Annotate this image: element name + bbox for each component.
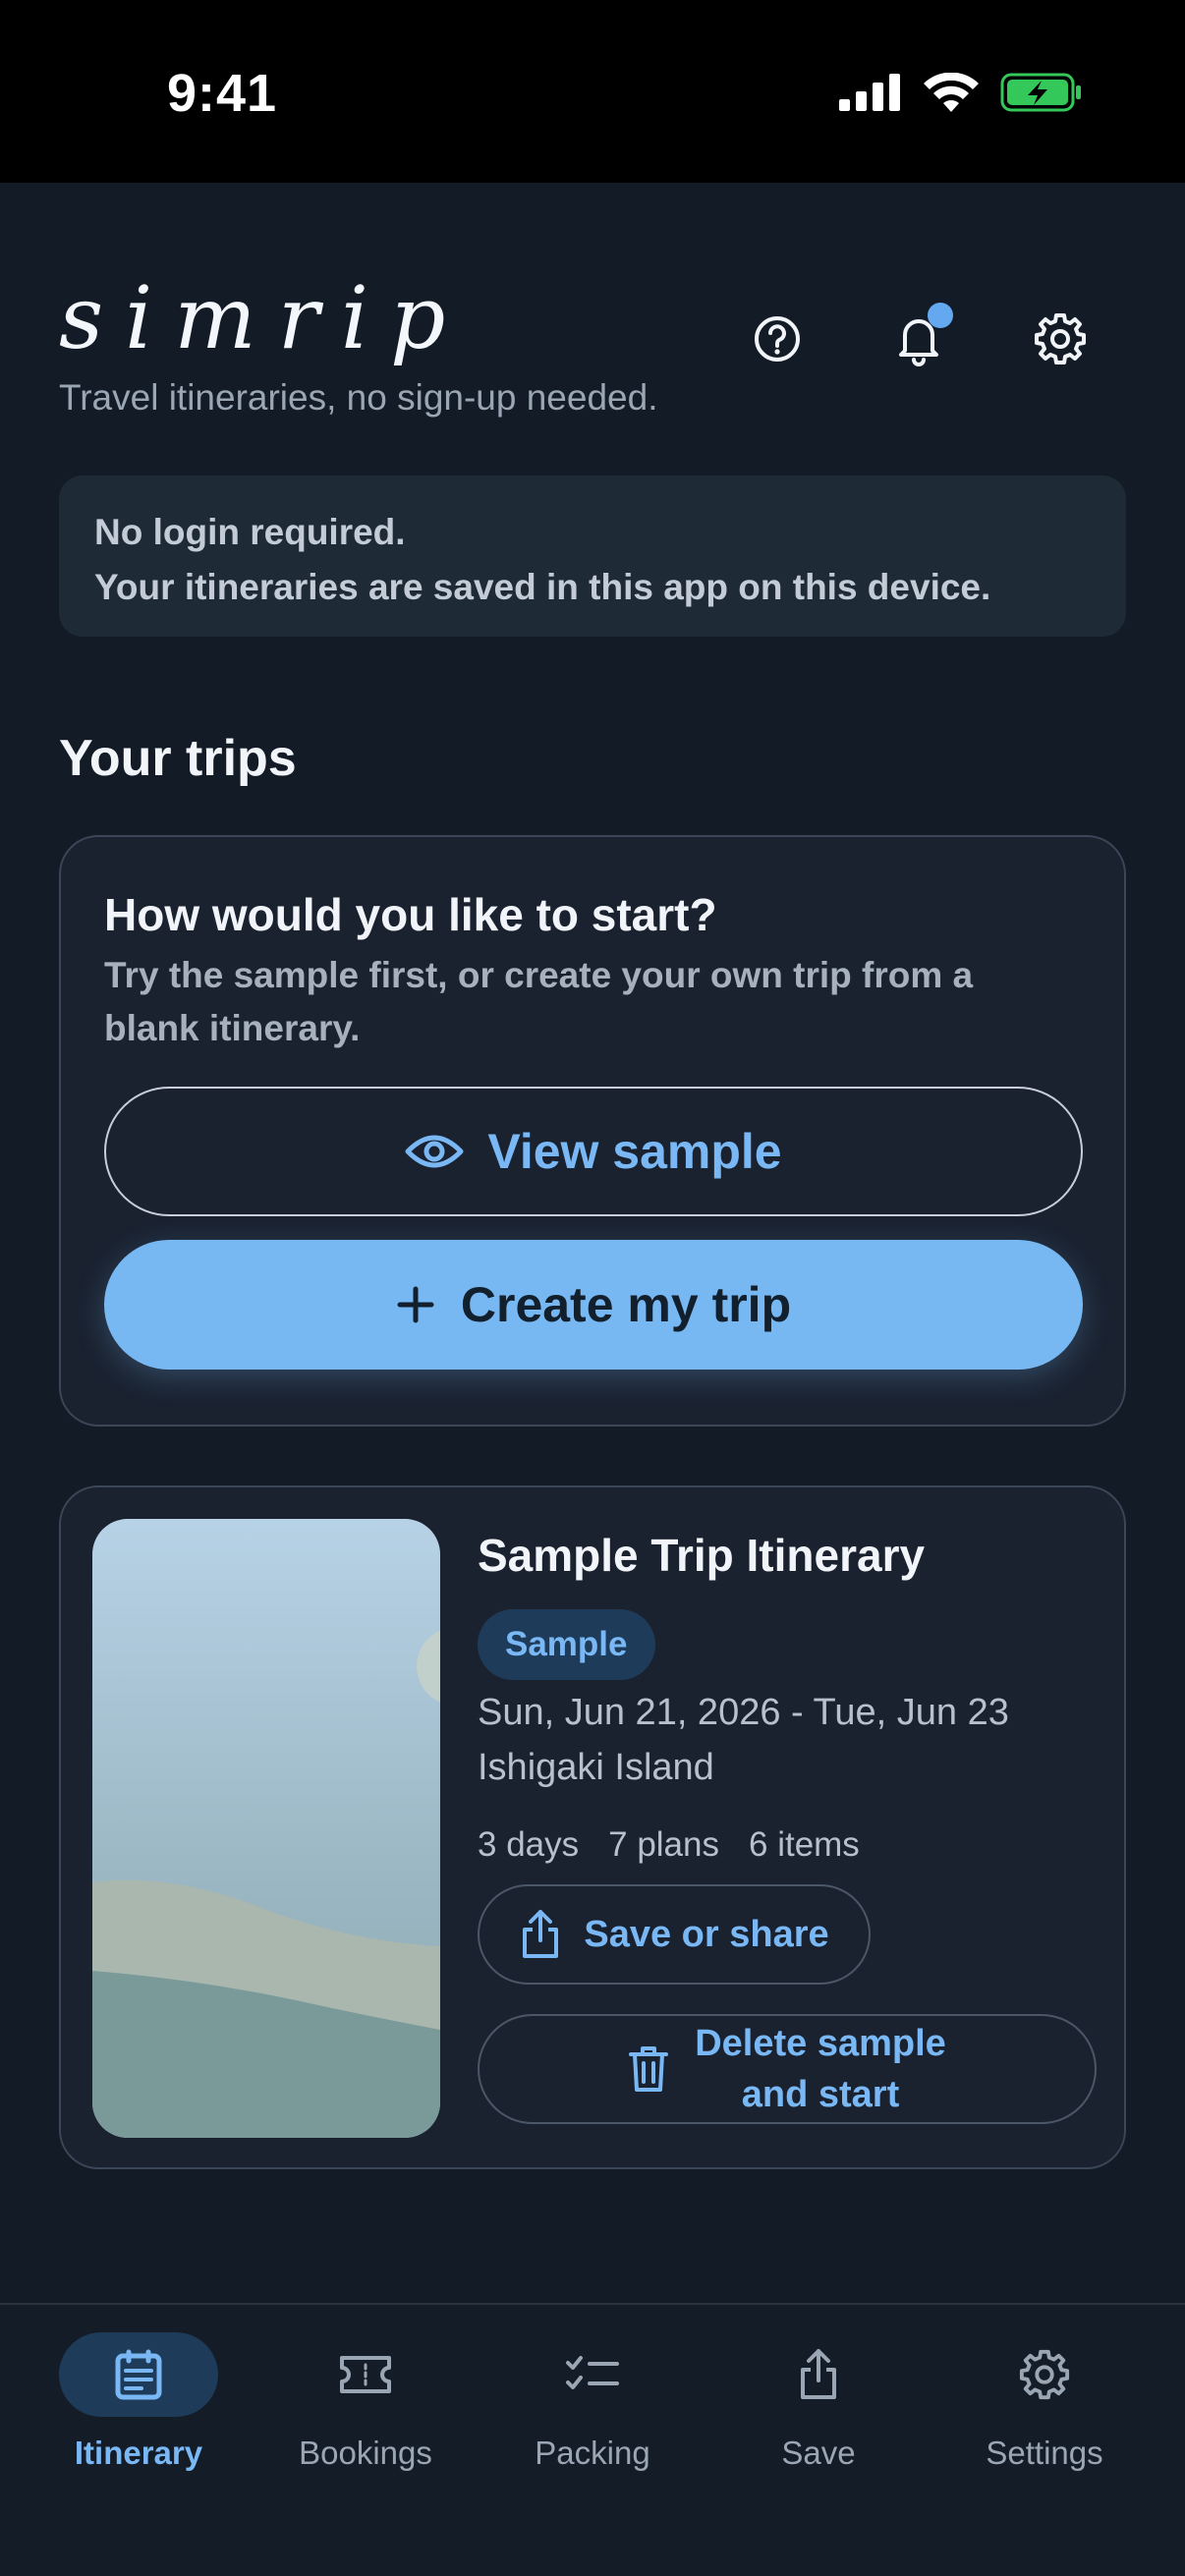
trip-destination: Ishigaki Island [478,1747,714,1788]
tab-save[interactable]: Save [705,2332,931,2472]
main-content: simrip Travel itineraries, no sign-up ne… [0,183,1185,2305]
wifi-icon [924,73,979,112]
help-icon [755,316,800,362]
tab-icon-wrapper [965,2332,1124,2417]
tab-label-settings: Settings [986,2435,1103,2471]
gear-icon [1019,2349,1070,2400]
bottom-tab-bar: Itinerary Bookings Packing Save Settings [0,2303,1185,2576]
notice-line-1: No login required. [94,512,406,552]
tab-icon-wrapper [739,2332,898,2417]
notifications-button[interactable] [884,303,953,373]
checklist-icon [566,2356,619,2389]
status-time: 9:41 [167,64,278,123]
notification-dot [928,303,953,328]
gear-icon [1035,313,1086,364]
tab-label-bookings: Bookings [299,2435,432,2471]
app-tagline: Travel itineraries, no sign-up needed. [59,377,658,418]
no-login-notice: No login required. Your itineraries are … [59,476,1126,637]
section-title-your-trips: Your trips [59,730,297,787]
status-icons [839,73,1083,112]
tab-packing[interactable]: Packing [480,2332,705,2472]
tab-itinerary[interactable]: Itinerary [26,2332,252,2472]
share-icon [523,1910,559,1958]
eye-icon [405,1135,464,1168]
trip-days-count: 3 days [478,1825,580,1864]
delete-sample-label: Delete sample and start [695,2018,946,2120]
start-card-description: Try the sample first, or create your own… [104,955,974,1048]
delete-label-line-1: Delete sample [695,2023,946,2064]
cellular-signal-icon [839,74,900,111]
tab-icon-wrapper [59,2332,218,2417]
view-sample-label: View sample [487,1124,782,1179]
settings-button[interactable] [1026,305,1095,373]
create-trip-button[interactable]: Create my trip [104,1240,1083,1370]
trip-card-sample[interactable]: Sample Trip Itinerary Sample Sun, Jun 21… [59,1485,1126,2169]
tab-label-itinerary: Itinerary [74,2435,203,2471]
trip-stats: 3 days 7 plans 6 items [478,1825,860,1865]
trip-title: Sample Trip Itinerary [478,1530,926,1581]
save-or-share-button[interactable]: Save or share [478,1884,871,1985]
tab-icon-wrapper [513,2332,672,2417]
trip-items-count: 6 items [749,1825,860,1864]
header-actions [0,303,1185,373]
tab-icon-wrapper [286,2332,445,2417]
delete-sample-button[interactable]: Delete sample and start [478,2014,1097,2124]
start-card-title: How would you like to start? [104,889,717,940]
save-or-share-label: Save or share [584,1913,829,1955]
plus-icon [397,1286,434,1323]
tab-settings[interactable]: Settings [931,2332,1157,2472]
tab-label-packing: Packing [535,2435,650,2471]
help-button[interactable] [743,305,812,373]
sample-badge: Sample [478,1609,655,1680]
tab-bookings[interactable]: Bookings [253,2332,479,2472]
trip-cover-image [92,1519,440,2138]
view-sample-button[interactable]: View sample [104,1087,1083,1216]
start-options-card: How would you like to start? Try the sam… [59,835,1126,1427]
calendar-icon [115,2349,162,2400]
tab-label-save: Save [781,2435,856,2471]
ticket-icon [340,2356,391,2393]
trash-icon [629,2046,669,2092]
trip-plans-count: 7 plans [608,1825,719,1864]
create-trip-label: Create my trip [460,1277,792,1332]
status-bar: 9:41 [0,0,1185,183]
battery-charging-icon [1000,73,1081,112]
delete-label-line-2: and start [741,2074,900,2115]
notice-line-2: Your itineraries are saved in this app o… [94,567,991,607]
trip-dates: Sun, Jun 21, 2026 - Tue, Jun 23 [478,1692,1009,1733]
share-icon [801,2349,836,2399]
